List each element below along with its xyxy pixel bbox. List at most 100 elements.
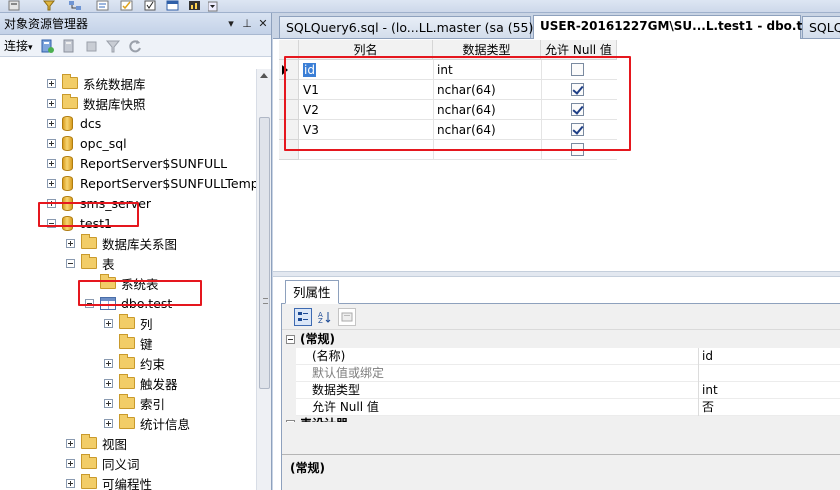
tree-node[interactable]: 系统表: [85, 273, 159, 293]
table-icon[interactable]: [166, 0, 180, 11]
expand-icon[interactable]: [104, 398, 113, 408]
pane-splitter[interactable]: [273, 271, 840, 277]
tree-node[interactable]: 索引: [104, 393, 165, 413]
column-name-cell[interactable]: V1: [299, 80, 433, 100]
property-row[interactable]: 数据类型 int: [282, 382, 840, 399]
tab-sqlquery6[interactable]: SQLQuery6.sql - (lo...LL.master (sa (55)…: [279, 16, 538, 38]
chart-icon[interactable]: [188, 0, 202, 11]
expand-icon[interactable]: [47, 198, 56, 208]
close-icon[interactable]: ✕: [255, 17, 271, 30]
tree-node[interactable]: 数据库快照: [47, 93, 146, 113]
tree-node[interactable]: 表: [66, 253, 115, 273]
tree-node[interactable]: 列: [104, 313, 153, 333]
property-pages-icon[interactable]: [338, 307, 356, 326]
tree-node[interactable]: 统计信息: [104, 413, 190, 433]
tree-node[interactable]: test1: [47, 213, 112, 233]
property-value[interactable]: id: [702, 348, 713, 365]
stop-icon[interactable]: [83, 38, 99, 54]
layout-icon[interactable]: [68, 0, 82, 11]
row-selector[interactable]: [279, 100, 299, 120]
dropdown-icon[interactable]: [207, 1, 222, 12]
tab-column-properties[interactable]: 列属性: [285, 280, 339, 304]
query-icon[interactable]: [8, 0, 22, 11]
tree-node[interactable]: ReportServer$SUNFULL: [47, 153, 227, 173]
tree-node[interactable]: 触发器: [104, 373, 178, 393]
expand-icon[interactable]: [66, 478, 75, 488]
auto-hide-pin-icon[interactable]: ⊥: [239, 17, 255, 30]
filter-icon[interactable]: [42, 0, 56, 11]
script-icon[interactable]: [96, 0, 110, 11]
sort-alphabetical-icon[interactable]: AZ: [316, 308, 334, 326]
expand-icon[interactable]: [47, 158, 56, 168]
property-row[interactable]: (名称) id: [282, 348, 840, 365]
scroll-up-icon[interactable]: [260, 73, 268, 78]
scrollbar-thumb[interactable]: [259, 117, 270, 389]
tree-node[interactable]: 视图: [66, 433, 127, 453]
refresh-icon[interactable]: [127, 38, 143, 54]
collapse-icon[interactable]: [47, 218, 56, 228]
expand-icon[interactable]: [66, 438, 75, 448]
tree-node[interactable]: sms_server: [47, 193, 151, 213]
allow-null-checkbox[interactable]: [571, 123, 584, 136]
property-value[interactable]: 否: [702, 399, 714, 416]
properties-icon[interactable]: [120, 0, 134, 11]
column-name-cell[interactable]: id: [299, 60, 433, 80]
collapse-icon[interactable]: [286, 420, 295, 422]
expand-icon[interactable]: [104, 378, 113, 388]
row-selector[interactable]: [279, 140, 299, 160]
row-selector[interactable]: [279, 80, 299, 100]
allow-null-checkbox[interactable]: [571, 63, 584, 76]
tree-scrollbar[interactable]: [256, 69, 271, 490]
expand-icon[interactable]: [47, 178, 56, 188]
property-category[interactable]: 表设计器: [282, 416, 840, 422]
property-row[interactable]: 默认值或绑定: [282, 365, 840, 382]
collapse-icon[interactable]: [66, 258, 75, 268]
expand-icon[interactable]: [47, 138, 56, 148]
tree-node[interactable]: 数据库关系图: [66, 233, 177, 253]
expand-icon[interactable]: [104, 418, 113, 428]
tree-node[interactable]: opc_sql: [47, 133, 127, 153]
allow-null-checkbox[interactable]: [571, 103, 584, 116]
filter-icon[interactable]: [105, 38, 121, 54]
property-value[interactable]: int: [702, 382, 718, 399]
expand-icon[interactable]: [66, 458, 75, 468]
tree-node[interactable]: dcs: [47, 113, 101, 133]
data-type-cell[interactable]: nchar(64): [437, 80, 541, 100]
row-selector[interactable]: [279, 60, 299, 80]
checkbox-icon[interactable]: [144, 0, 158, 11]
allow-null-checkbox[interactable]: [571, 83, 584, 96]
expand-icon[interactable]: [47, 78, 56, 88]
tree-node[interactable]: 键: [104, 333, 153, 353]
data-type-cell[interactable]: nchar(64): [437, 100, 541, 120]
property-row[interactable]: 允许 Null 值 否: [282, 399, 840, 416]
data-type-cell[interactable]: int: [437, 60, 541, 80]
tab-sqlquery[interactable]: SQLQuery: [802, 16, 840, 38]
data-type-cell[interactable]: nchar(64): [437, 120, 541, 140]
column-name-cell[interactable]: V2: [299, 100, 433, 120]
row-selector[interactable]: [279, 120, 299, 140]
connect-server-icon[interactable]: [39, 38, 55, 54]
expand-icon[interactable]: [47, 118, 56, 128]
allow-null-checkbox[interactable]: [571, 143, 584, 156]
expand-icon[interactable]: [47, 98, 56, 108]
collapse-icon[interactable]: [85, 298, 94, 308]
tree-node[interactable]: 约束: [104, 353, 165, 373]
categorized-icon[interactable]: [294, 307, 312, 326]
connect-button[interactable]: 连接▾: [4, 37, 33, 54]
property-category[interactable]: (常规): [282, 331, 840, 348]
column-name-cell[interactable]: V3: [299, 120, 433, 140]
tree-node[interactable]: 同义词: [66, 453, 140, 473]
disconnect-icon[interactable]: [61, 38, 77, 54]
expand-icon[interactable]: [66, 238, 75, 248]
column-name-cell[interactable]: [299, 140, 433, 160]
data-type-cell[interactable]: [437, 140, 541, 160]
tab-dbo-test-designer[interactable]: USER-20161227GM\SU...L.test1 - dbo.test: [533, 15, 823, 39]
expand-icon[interactable]: [104, 318, 113, 328]
tree-node[interactable]: ReportServer$SUNFULLTemp: [47, 173, 256, 193]
expand-icon[interactable]: [104, 358, 113, 368]
collapse-icon[interactable]: [286, 335, 295, 344]
tree-node[interactable]: dbo.test: [85, 293, 172, 313]
tree-node[interactable]: 系统数据库: [47, 73, 146, 93]
window-position-icon[interactable]: ▾: [223, 17, 239, 30]
tree-node[interactable]: 可编程性: [66, 473, 152, 490]
